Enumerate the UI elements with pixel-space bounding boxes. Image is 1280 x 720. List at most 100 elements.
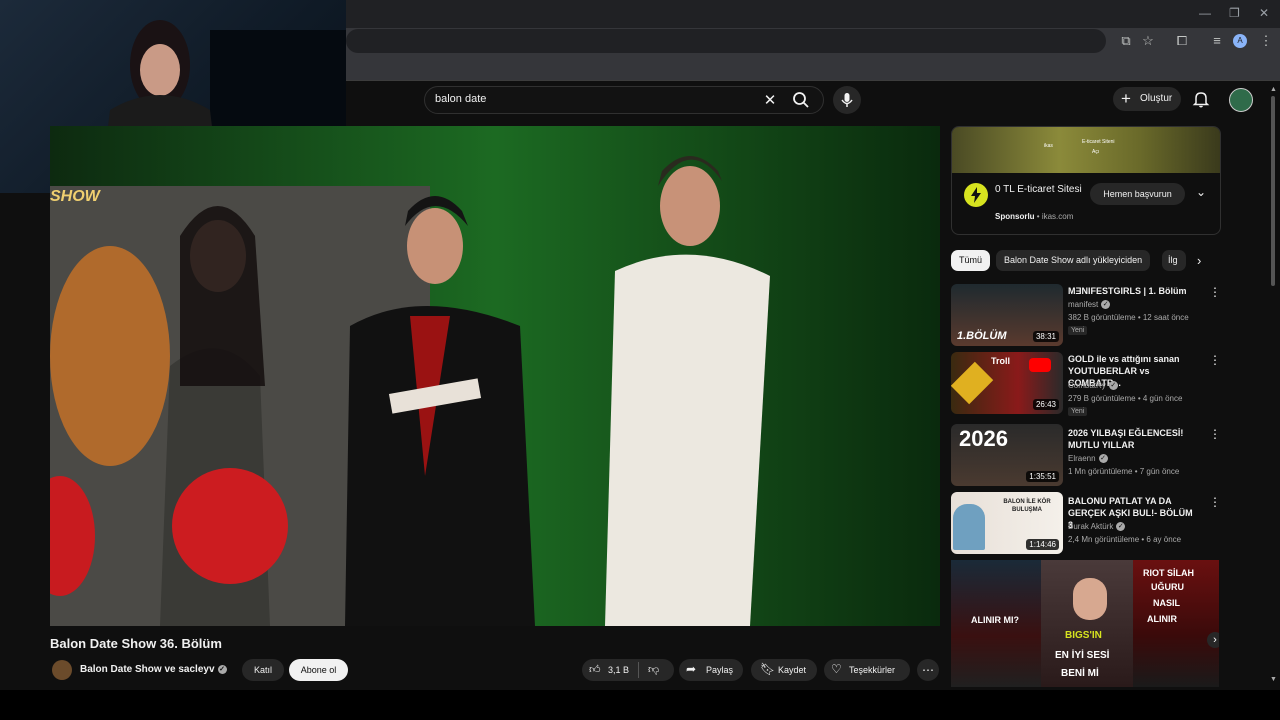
ad-image[interactable]: ikas E-ticaret Siteni Açı (952, 127, 1220, 173)
video-thumbnail[interactable]: BALON İLE KÖR BULUŞMA 1:14:46 (951, 492, 1063, 554)
thumbs-down-icon[interactable]: 👎︎ (648, 663, 659, 676)
media-control-icon[interactable]: ≡ (1209, 33, 1225, 49)
bottom-black-bar (0, 690, 1280, 720)
notifications-bell-icon[interactable] (1191, 89, 1211, 109)
ad-apply-button[interactable]: Hemen başvurun (1090, 183, 1185, 205)
sidebar-ad[interactable]: ikas E-ticaret Siteni Açı 0 TL E-ticaret… (951, 126, 1221, 235)
microphone-icon[interactable] (833, 86, 861, 114)
verified-icon: ✓ (217, 664, 227, 674)
search-input[interactable]: balon date (435, 93, 486, 105)
short-thumbnail[interactable]: ALINIR MI? (951, 560, 1041, 687)
channel-text: manifest (1068, 300, 1099, 309)
video-player[interactable]: SHOW (50, 126, 940, 626)
more-options-icon[interactable]: ⋮ (1209, 354, 1221, 366)
extensions-icon[interactable]: ⧠ (1174, 33, 1190, 49)
address-bar[interactable] (346, 29, 1106, 53)
video-meta: 382 B görüntüleme • 12 saat önce (1068, 313, 1189, 322)
chip-related[interactable]: İlg (1162, 250, 1186, 271)
thumbnail-text: 2026 (959, 426, 1008, 451)
short-text: BENİ Mİ (1061, 668, 1099, 679)
ad-sponsored: Sponsorlu (995, 212, 1035, 221)
short-thumbnail[interactable]: RIOT SİLAH UĞURU NASIL ALINIR (1133, 560, 1219, 687)
chevron-right-icon[interactable]: › (1197, 253, 1201, 268)
video-thumbnail[interactable]: 1.BÖLÜM 38:31 (951, 284, 1063, 346)
short-text: ALINIR MI? (971, 615, 1019, 625)
video-meta: 2,4 Mn görüntüleme • 6 ay önce (1068, 535, 1182, 544)
recommendation-item[interactable]: BALON İLE KÖR BULUŞMA 1:14:46 BALONU PAT… (951, 492, 1221, 554)
more-options-icon[interactable]: ⋮ (1209, 496, 1221, 508)
like-divider (638, 662, 639, 678)
channel-name[interactable]: Balon Date Show ve sacleyv ✓ (80, 664, 227, 675)
save-label: Kaydet (778, 665, 807, 675)
clear-search-icon[interactable]: ✕ (761, 91, 779, 109)
video-duration: 26:43 (1032, 399, 1059, 410)
channel-text: Burak Aktürk (1068, 522, 1114, 531)
channel-name[interactable]: Elraenn ✓ (1068, 454, 1108, 464)
profile-icon[interactable]: A (1233, 34, 1247, 48)
shorts-shelf[interactable]: ALINIR MI? BIGS'IN EN İYİ SESİ BENİ Mİ R… (951, 560, 1219, 687)
verified-icon: ✓ (1098, 454, 1108, 464)
recommendation-item[interactable]: 1.BÖLÜM 38:31 MƎNIFESTGIRLS | 1. Bölüm m… (951, 284, 1221, 346)
create-label: Oluştur (1140, 93, 1173, 104)
scroll-down-icon[interactable]: ▼ (1270, 676, 1277, 683)
scroll-up-icon[interactable]: ▲ (1270, 86, 1277, 93)
short-text: EN İYİ SESİ (1055, 650, 1110, 661)
video-title: Balon Date Show 36. Bölüm (50, 636, 222, 651)
join-button[interactable]: Katıl (242, 659, 284, 681)
video-meta: 1 Mn görüntüleme • 7 gün önce (1068, 467, 1180, 476)
plus-icon: + (1121, 89, 1131, 108)
chevron-down-icon[interactable]: ⌄ (1196, 185, 1206, 199)
channel-text: Elraenn (1068, 454, 1096, 463)
create-button[interactable]: + Oluştur (1113, 87, 1181, 111)
page-scrollbar[interactable]: ▲ ▼ (1270, 86, 1277, 683)
cast-icon[interactable]: ⧉ (1118, 33, 1134, 49)
video-thumbnail[interactable]: 2026 1:35:51 (951, 424, 1063, 486)
channel-name[interactable]: CombatRy ✓ (1068, 381, 1118, 391)
video-title[interactable]: 2026 YILBAŞI EĞLENCESİ! MUTLU YILLAR (1068, 427, 1200, 451)
restore-icon[interactable]: ❐ (1229, 6, 1240, 20)
ad-image-text-2: E-ticaret Siteni (1082, 139, 1115, 145)
channel-avatar[interactable] (52, 660, 72, 680)
subscribe-button[interactable]: Abone ol (289, 659, 348, 681)
share-label: Paylaş (706, 665, 734, 675)
video-overlay-text: SHOW (50, 188, 100, 205)
video-duration: 1:14:46 (1026, 539, 1059, 550)
search-box[interactable]: balon date ✕ (424, 86, 824, 114)
ad-title[interactable]: 0 TL E-ticaret Sitesi (995, 183, 1085, 196)
more-options-icon[interactable]: ⋮ (1209, 286, 1221, 298)
share-icon: ➦ (686, 662, 697, 676)
bookmark-star-icon[interactable]: ☆ (1140, 33, 1156, 49)
thumbnail-text: 1.BÖLÜM (957, 330, 1007, 342)
close-window-icon[interactable]: ✕ (1259, 6, 1269, 20)
video-thumbnail[interactable]: Troll 26:43 (951, 352, 1063, 414)
channel-name-text: Balon Date Show ve sacleyv (80, 664, 215, 675)
channel-text: CombatRy (1068, 381, 1106, 390)
account-avatar[interactable] (1229, 88, 1253, 112)
channel-name[interactable]: Burak Aktürk ✓ (1068, 522, 1126, 532)
new-badge: Yeni (1068, 407, 1088, 416)
search-icon[interactable] (791, 90, 811, 110)
thumbs-up-icon[interactable]: 👍︎ (589, 663, 601, 676)
lightning-icon (964, 183, 988, 207)
recommendation-item[interactable]: 2026 1:35:51 2026 YILBAŞI EĞLENCESİ! MUT… (951, 424, 1221, 486)
person-face-shape (1073, 578, 1107, 620)
thanks-label: Teşekkürler (849, 665, 896, 675)
verified-icon: ✓ (1101, 300, 1111, 310)
more-actions-icon[interactable]: ⋯ (917, 659, 939, 681)
browser-menu-icon[interactable]: ⋮ (1258, 33, 1274, 49)
short-text: RIOT SİLAH (1143, 568, 1194, 578)
video-title[interactable]: MƎNIFESTGIRLS | 1. Bölüm (1068, 285, 1200, 297)
recommendation-item[interactable]: Troll 26:43 GOLD ile vs attığını sanan Y… (951, 352, 1221, 416)
chip-all[interactable]: Tümü (951, 250, 991, 271)
verified-icon: ✓ (1108, 381, 1118, 391)
like-count[interactable]: 3,1 B (608, 665, 629, 675)
short-thumbnail[interactable]: BIGS'IN EN İYİ SESİ BENİ Mİ (1041, 560, 1133, 687)
more-options-icon[interactable]: ⋮ (1209, 428, 1221, 440)
shelf-next-icon[interactable]: › (1207, 632, 1219, 648)
channel-name[interactable]: manifest ✓ (1068, 300, 1111, 310)
minimize-icon[interactable]: — (1199, 6, 1211, 20)
short-text: BIGS'IN (1065, 630, 1102, 641)
chip-uploader[interactable]: Balon Date Show adlı yükleyiciden (996, 250, 1151, 271)
video-frame (50, 126, 940, 626)
scrollbar-thumb[interactable] (1271, 96, 1275, 286)
